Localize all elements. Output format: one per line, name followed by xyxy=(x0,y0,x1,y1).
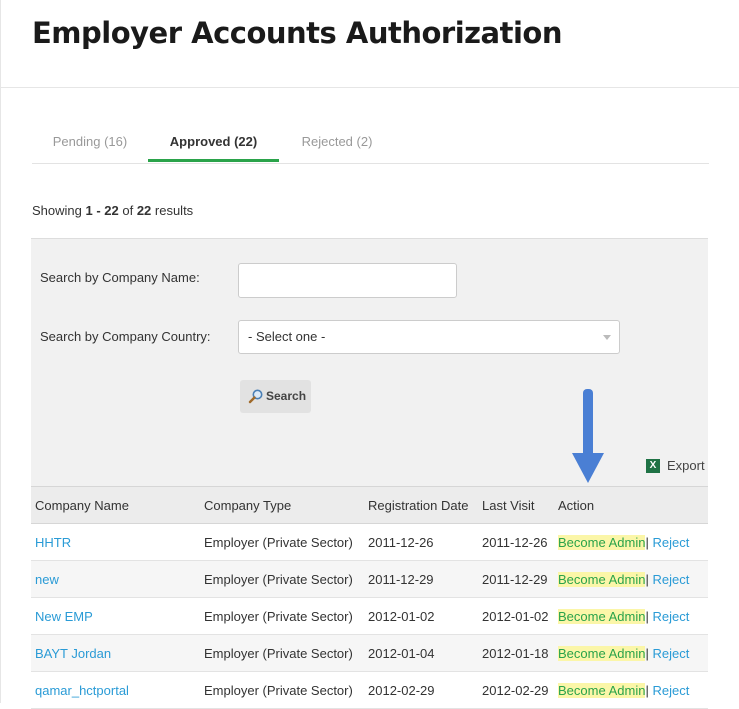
action-separator: | xyxy=(645,571,649,587)
table-header-row: Company Name Company Type Registration D… xyxy=(31,486,708,524)
reject-link[interactable]: Reject xyxy=(652,683,689,698)
company-type: Employer (Private Sector) xyxy=(200,560,364,598)
become-admin-link[interactable]: Become Admin xyxy=(558,534,646,550)
company-name[interactable]: new xyxy=(35,572,59,587)
status-tabs: Pending (16) Approved (22) Rejected (2) xyxy=(32,126,709,164)
results-total: 22 xyxy=(136,203,152,218)
col-company-name[interactable]: Company Name xyxy=(31,486,200,524)
reject-link[interactable]: Reject xyxy=(652,572,689,587)
table-row: new Employer (Private Sector) 2011-12-29… xyxy=(31,560,708,598)
registration-date: 2012-01-04 xyxy=(364,634,478,672)
action-separator: | xyxy=(645,534,649,550)
company-name-link[interactable]: New EMP xyxy=(31,597,200,635)
company-name[interactable]: HHTR xyxy=(35,535,71,550)
action-cell: Become Admin| Reject xyxy=(554,597,708,635)
reject-link[interactable]: Reject xyxy=(652,535,689,550)
table-row: BAYT Jordan Employer (Private Sector) 20… xyxy=(31,634,708,672)
table-row: HHTR Employer (Private Sector) 2011-12-2… xyxy=(31,523,708,561)
reject-link[interactable]: Reject xyxy=(652,609,689,624)
results-suffix: results xyxy=(151,203,194,218)
col-registration-date[interactable]: Registration Date xyxy=(364,486,478,524)
annotation-arrow-icon xyxy=(572,389,604,483)
become-admin-link[interactable]: Become Admin xyxy=(558,682,646,698)
last-visit: 2011-12-29 xyxy=(478,560,554,598)
results-mid: of xyxy=(118,203,137,218)
company-name[interactable]: qamar_hctportal xyxy=(35,683,129,698)
export-label: Export xyxy=(667,458,705,473)
company-type: Employer (Private Sector) xyxy=(200,634,364,672)
action-cell: Become Admin| Reject xyxy=(554,634,708,672)
col-company-type[interactable]: Company Type xyxy=(200,486,364,524)
page-title: Employer Accounts Authorization xyxy=(32,16,562,50)
company-name-link[interactable]: new xyxy=(31,560,200,598)
accounts-table: Company Name Company Type Registration D… xyxy=(31,486,708,709)
company-country-label: Search by Company Country: xyxy=(40,329,211,344)
company-name-link[interactable]: HHTR xyxy=(31,523,200,561)
company-type: Employer (Private Sector) xyxy=(200,597,364,635)
results-summary: Showing 1 - 22 of 22 results xyxy=(32,203,193,218)
excel-icon: X xyxy=(646,459,660,473)
last-visit: 2012-01-02 xyxy=(478,597,554,635)
tab-pending[interactable]: Pending (16) xyxy=(32,126,148,162)
company-name[interactable]: BAYT Jordan xyxy=(35,646,111,661)
action-separator: | xyxy=(645,682,649,698)
tab-approved[interactable]: Approved (22) xyxy=(148,126,279,162)
company-name[interactable]: New EMP xyxy=(35,609,93,624)
registration-date: 2011-12-29 xyxy=(364,560,478,598)
action-cell: Become Admin| Reject xyxy=(554,523,708,561)
results-prefix: Showing xyxy=(32,203,86,218)
company-country-select[interactable]: - Select one - xyxy=(238,320,620,354)
registration-date: 2011-12-26 xyxy=(364,523,478,561)
action-cell: Become Admin| Reject xyxy=(554,560,708,598)
magnifier-icon xyxy=(248,389,263,404)
table-row: New EMP Employer (Private Sector) 2012-0… xyxy=(31,597,708,635)
reject-link[interactable]: Reject xyxy=(652,646,689,661)
company-country-selected: - Select one - xyxy=(248,329,326,344)
become-admin-link[interactable]: Become Admin xyxy=(558,608,646,624)
chevron-down-icon xyxy=(603,335,611,340)
last-visit: 2011-12-26 xyxy=(478,523,554,561)
company-name-link[interactable]: BAYT Jordan xyxy=(31,634,200,672)
tab-rejected[interactable]: Rejected (2) xyxy=(279,126,395,162)
company-name-input[interactable] xyxy=(238,263,457,298)
page-header: Employer Accounts Authorization xyxy=(0,0,739,88)
action-separator: | xyxy=(645,608,649,624)
company-type: Employer (Private Sector) xyxy=(200,523,364,561)
search-button[interactable]: Search xyxy=(240,380,311,413)
results-range: 1 - 22 xyxy=(85,203,119,218)
search-panel: Search by Company Name: Search by Compan… xyxy=(31,238,708,487)
search-button-label: Search xyxy=(266,389,307,403)
action-separator: | xyxy=(645,645,649,661)
col-action: Action xyxy=(554,486,708,524)
become-admin-link[interactable]: Become Admin xyxy=(558,571,646,587)
become-admin-link[interactable]: Become Admin xyxy=(558,645,646,661)
last-visit: 2012-01-18 xyxy=(478,634,554,672)
col-last-visit[interactable]: Last Visit xyxy=(478,486,554,524)
page-border xyxy=(0,0,1,703)
company-name-label: Search by Company Name: xyxy=(40,270,200,285)
registration-date: 2012-01-02 xyxy=(364,597,478,635)
